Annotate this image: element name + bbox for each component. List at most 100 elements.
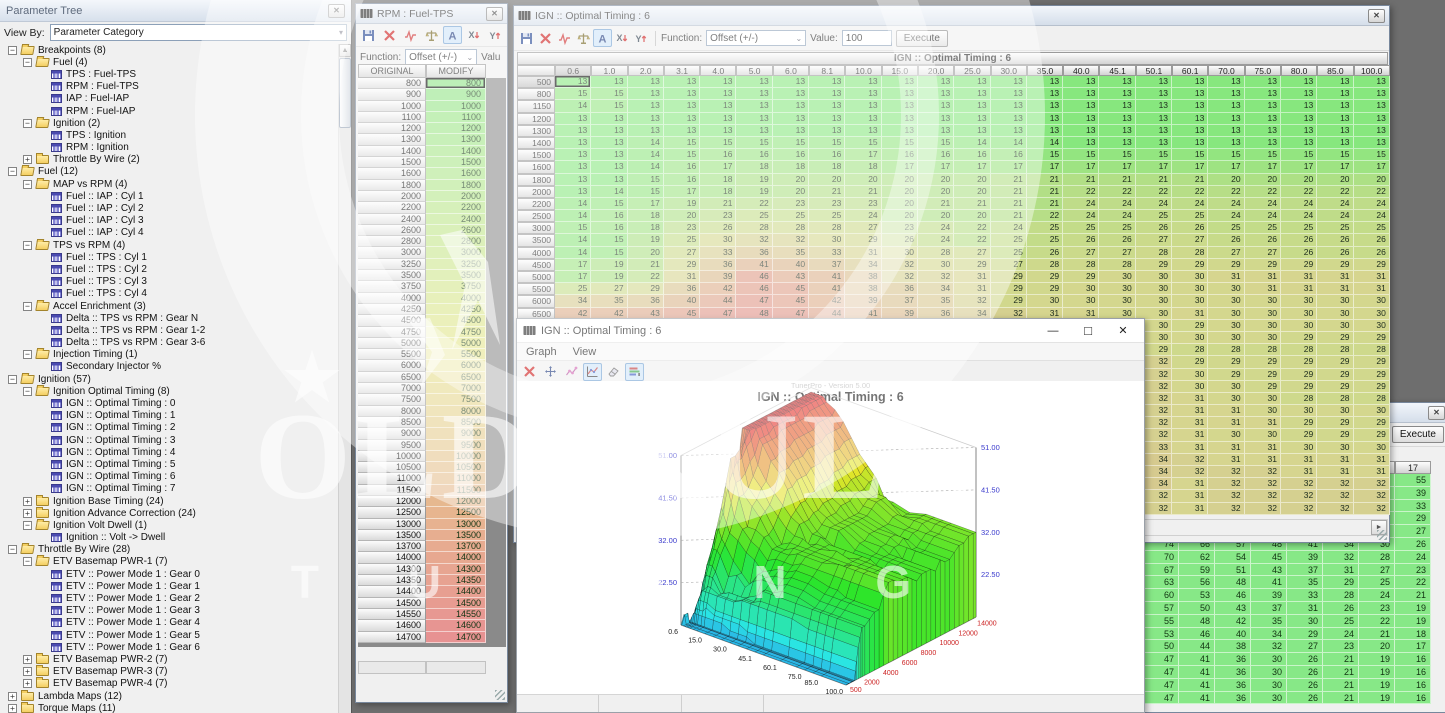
close-icon[interactable]: ✕ (1368, 9, 1385, 23)
table-cell[interactable]: 55 (1395, 474, 1431, 487)
table-cell[interactable]: 13 (918, 88, 954, 100)
modify-cell[interactable]: 12000 (426, 496, 486, 507)
table-cell[interactable]: 22 (1172, 186, 1208, 198)
table-cell[interactable]: 29 (1063, 271, 1099, 283)
series-bars-icon[interactable] (625, 363, 644, 381)
table-cell[interactable]: 21 (1395, 589, 1431, 602)
x-axis-icon[interactable] (464, 26, 483, 44)
table-cell[interactable]: 30 (1099, 271, 1135, 283)
original-cell[interactable]: 14700 (358, 632, 426, 643)
table-cell[interactable]: 22 (1245, 186, 1281, 198)
table-cell[interactable]: 13 (591, 137, 627, 149)
original-cell[interactable]: 14300 (358, 564, 426, 575)
row-header[interactable]: 5000 (517, 271, 555, 283)
table-cell[interactable]: 25 (1136, 210, 1172, 222)
modify-cell[interactable]: 11500 (426, 485, 486, 496)
table-cell[interactable]: 25 (809, 210, 845, 222)
table-cell[interactable]: 30 (1208, 320, 1244, 332)
modify-cell[interactable]: 6000 (426, 360, 486, 371)
table-cell[interactable]: 13 (773, 76, 809, 88)
row-header[interactable]: 5500 (517, 283, 555, 295)
table-cell[interactable]: 13 (954, 125, 990, 137)
table-cell[interactable]: 13 (628, 100, 664, 112)
modify-cell[interactable]: 14300 (426, 564, 486, 575)
table-cell[interactable]: 25 (1027, 222, 1063, 234)
table-cell[interactable]: 40 (773, 259, 809, 271)
table-cell[interactable]: 31 (1317, 454, 1353, 466)
column-header[interactable]: 85.0 (1317, 65, 1353, 76)
row-header[interactable]: 1400 (517, 137, 555, 149)
table-cell[interactable]: 16 (882, 149, 918, 161)
table-cell[interactable]: 50 (1143, 640, 1179, 653)
table-cell[interactable]: 28 (918, 247, 954, 259)
table-cell[interactable]: 29 (1354, 417, 1390, 429)
table-cell[interactable]: 23 (809, 198, 845, 210)
table-cell[interactable]: 18 (1395, 628, 1431, 641)
tree-item[interactable]: IGN :: Optimal Timing : 1 (0, 410, 338, 422)
table-cell[interactable]: 26 (1287, 692, 1323, 705)
table-cell[interactable]: 39 (845, 295, 881, 307)
table-cell[interactable]: 26 (1281, 234, 1317, 246)
table-cell[interactable]: 24 (845, 210, 881, 222)
table-cell[interactable]: 25 (1323, 615, 1359, 628)
modify-cell[interactable]: 6500 (426, 372, 486, 383)
table-cell[interactable]: 30 (918, 259, 954, 271)
table-cell[interactable]: 21 (628, 259, 664, 271)
table-cell[interactable]: 21 (1063, 174, 1099, 186)
table-cell[interactable]: 14 (555, 234, 591, 246)
table-cell[interactable]: 18 (700, 174, 736, 186)
table-cell[interactable]: 15 (555, 222, 591, 234)
table-cell[interactable]: 16 (918, 149, 954, 161)
table-cell[interactable]: 13 (845, 113, 881, 125)
table-cell[interactable]: 13 (991, 76, 1027, 88)
table-cell[interactable]: 21 (845, 186, 881, 198)
table-cell[interactable]: 19 (1395, 602, 1431, 615)
table-cell[interactable]: 29 (1281, 381, 1317, 393)
original-cell[interactable]: 9000 (358, 428, 426, 439)
expand-icon[interactable]: + (23, 497, 32, 506)
table-cell[interactable]: 46 (736, 283, 772, 295)
modify-cell[interactable]: 3750 (426, 281, 486, 292)
tree-item[interactable]: IGN :: Optimal Timing : 5 (0, 458, 338, 470)
original-cell[interactable]: 4750 (358, 327, 426, 338)
table-cell[interactable]: 31 (954, 283, 990, 295)
table-cell[interactable]: 31 (1323, 564, 1359, 577)
original-cell[interactable]: 2000 (358, 191, 426, 202)
table-cell[interactable]: 21 (1136, 174, 1172, 186)
original-cell[interactable]: 8000 (358, 406, 426, 417)
table-cell[interactable]: 13 (1281, 100, 1317, 112)
expand-icon[interactable]: + (23, 667, 32, 676)
table-cell[interactable]: 15 (918, 137, 954, 149)
table-cell[interactable]: 21 (1323, 666, 1359, 679)
table-cell[interactable]: 33 (1287, 589, 1323, 602)
table-cell[interactable]: 30 (1245, 308, 1281, 320)
table-cell[interactable]: 13 (1136, 88, 1172, 100)
tree-item[interactable]: Ignition :: Volt -> Dwell (0, 532, 338, 544)
table-cell[interactable]: 32 (882, 259, 918, 271)
table-cell[interactable]: 13 (1208, 88, 1244, 100)
table-cell[interactable]: 15 (1172, 149, 1208, 161)
original-cell[interactable]: 1000 (358, 101, 426, 112)
original-cell[interactable]: 14350 (358, 575, 426, 586)
tree-item[interactable]: IGN :: Optimal Timing : 4 (0, 446, 338, 458)
table-cell[interactable]: 19 (1359, 692, 1395, 705)
tree-item[interactable]: IAP : Fuel-IAP (0, 93, 338, 105)
table-cell[interactable]: 30 (1208, 283, 1244, 295)
table-cell[interactable]: 14 (555, 247, 591, 259)
tree-item[interactable]: RPM : Ignition (0, 142, 338, 154)
table-cell[interactable]: 30 (1354, 442, 1390, 454)
table-cell[interactable]: 29 (1354, 369, 1390, 381)
table-cell[interactable]: 13 (555, 161, 591, 173)
original-cell[interactable]: 4250 (358, 304, 426, 315)
table-cell[interactable]: 26 (1317, 247, 1353, 259)
table-cell[interactable]: 15 (591, 234, 627, 246)
table-cell[interactable]: 28 (1317, 393, 1353, 405)
tree-item[interactable]: IGN :: Optimal Timing : 2 (0, 422, 338, 434)
table-cell[interactable]: 21 (954, 198, 990, 210)
resize-grip[interactable] (1377, 530, 1387, 540)
table-cell[interactable]: 21 (1172, 174, 1208, 186)
table-cell[interactable]: 24 (1063, 198, 1099, 210)
table-cell[interactable]: 24 (1395, 551, 1431, 564)
table-cell[interactable]: 30 (1172, 332, 1208, 344)
table-cell[interactable]: 34 (555, 295, 591, 307)
